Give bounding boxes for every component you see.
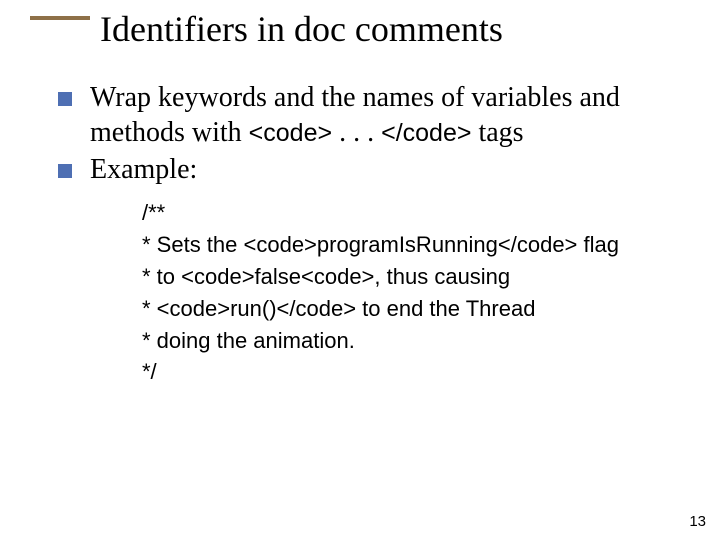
bullet-text-2: Example: xyxy=(90,152,197,187)
bullet1-code-open: <code> xyxy=(249,119,332,147)
code-line: */ xyxy=(142,356,680,388)
bullet1-post: tags xyxy=(471,117,523,148)
title-rule xyxy=(30,16,90,20)
slide: Identifiers in doc comments Wrap keyword… xyxy=(0,0,720,540)
code-example: /** * Sets the <code>programIsRunning</c… xyxy=(142,197,680,388)
code-line: /** xyxy=(142,197,680,229)
bullet-icon xyxy=(58,164,72,178)
page-number: 13 xyxy=(689,513,706,530)
bullet-icon xyxy=(58,92,72,106)
code-line: * Sets the <code>programIsRunning</code>… xyxy=(142,229,680,261)
bullet-row-2: Example: xyxy=(58,152,680,187)
bullet-row-1: Wrap keywords and the names of variables… xyxy=(58,80,680,150)
bullet-text-1: Wrap keywords and the names of variables… xyxy=(90,80,680,150)
slide-body: Wrap keywords and the names of variables… xyxy=(58,80,680,388)
code-line: * doing the animation. xyxy=(142,325,680,357)
bullet1-code-close: </code> xyxy=(381,119,471,147)
bullet1-mid: . . . xyxy=(332,117,381,148)
code-line: * to <code>false<code>, thus causing xyxy=(142,261,680,293)
code-line: * <code>run()</code> to end the Thread xyxy=(142,293,680,325)
slide-title: Identifiers in doc comments xyxy=(100,8,503,50)
